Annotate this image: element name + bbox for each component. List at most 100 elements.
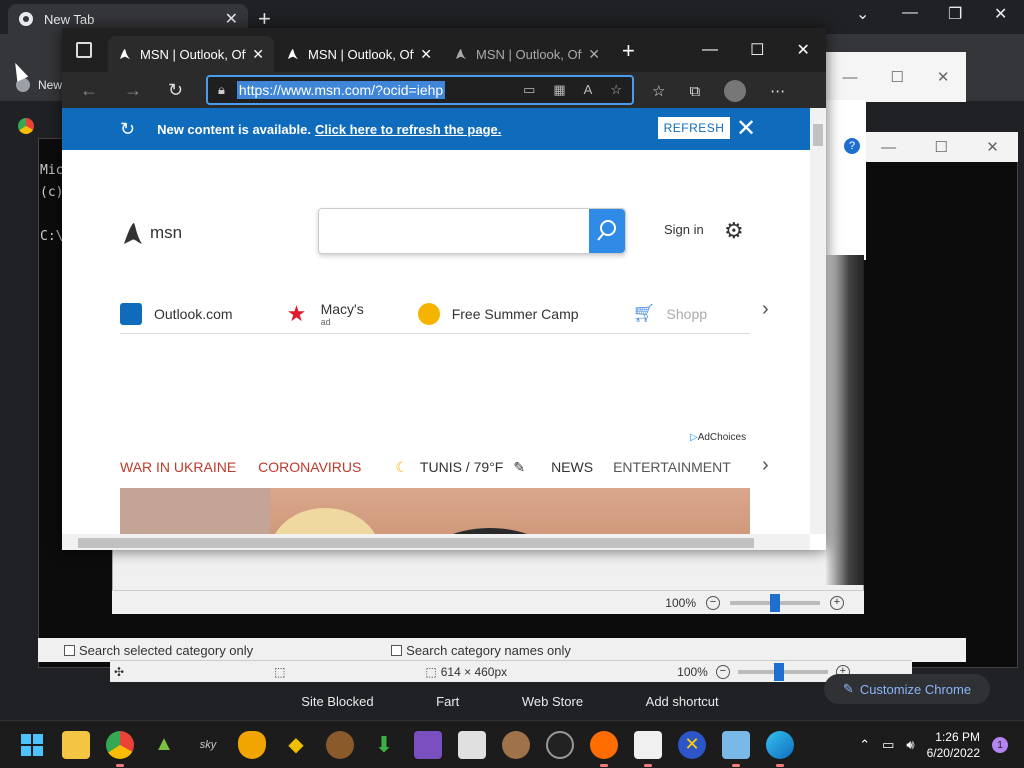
chevron-right-icon[interactable]: › xyxy=(762,298,769,321)
close-window-button[interactable]: ✕ xyxy=(937,68,950,86)
zoom-slider[interactable] xyxy=(730,593,820,612)
search-selected-category-checkbox[interactable]: Search selected category only xyxy=(64,643,253,658)
close-window-button[interactable]: ✕ xyxy=(994,4,1007,24)
sky-app-icon[interactable]: sky xyxy=(194,731,222,759)
monkey-app-icon[interactable] xyxy=(502,730,530,759)
chevron-down-icon[interactable]: ⌄ xyxy=(856,4,869,24)
customize-chrome-button[interactable]: ✎ Customize Chrome xyxy=(824,674,990,704)
download-arrow-icon[interactable]: ⬇ xyxy=(370,731,398,759)
adchoices-link[interactable]: ▷AdChoices xyxy=(690,432,746,443)
sign-in-link[interactable]: Sign in xyxy=(664,222,704,237)
more-menu-icon[interactable]: ⋯ xyxy=(770,82,785,100)
close-icon[interactable]: ✕ xyxy=(225,9,238,29)
bookmark-hint[interactable]: New xyxy=(38,78,62,92)
forward-arrow-icon[interactable]: → xyxy=(124,80,142,101)
chevron-right-icon[interactable]: › xyxy=(762,454,769,477)
vertical-scrollbar[interactable] xyxy=(810,108,826,534)
close-window-button[interactable]: ✕ xyxy=(797,40,810,60)
msn-logo[interactable]: msn xyxy=(122,220,182,246)
app-available-icon[interactable]: ▭ xyxy=(523,82,535,98)
zoom-in-icon[interactable]: + xyxy=(830,595,844,610)
nav-war-in-ukraine[interactable]: WAR IN UKRAINE xyxy=(120,459,236,475)
triangle-app-icon[interactable]: ▲ xyxy=(150,731,178,759)
game-app-icon[interactable] xyxy=(414,730,442,759)
firefox-icon[interactable] xyxy=(590,730,618,767)
url-text[interactable]: https://www.msn.com/?ocid=iehp xyxy=(236,81,446,99)
refresh-icon[interactable]: ↻ xyxy=(168,80,183,101)
minimize-button[interactable]: — xyxy=(881,139,896,156)
hero-image[interactable] xyxy=(120,488,750,534)
restore-button[interactable]: ❐ xyxy=(948,4,962,24)
gear-icon[interactable]: ⚙ xyxy=(724,218,744,244)
nav-coronavirus[interactable]: CORONAVIRUS xyxy=(258,459,361,475)
quicklink-shopping[interactable]: 🛒︎ Shopp xyxy=(633,303,707,325)
tab-actions-icon[interactable] xyxy=(76,42,92,58)
search-button[interactable] xyxy=(589,209,625,253)
collections-icon[interactable]: ⧉ xyxy=(689,83,700,100)
close-window-button[interactable]: ✕ xyxy=(986,138,999,156)
lock-icon[interactable]: 🔒︎ xyxy=(218,82,225,98)
edit-icon[interactable]: ✎ xyxy=(513,459,525,476)
nav-weather[interactable]: TUNIS / 79°F xyxy=(420,459,503,475)
qr-code-icon[interactable]: ▦ xyxy=(553,82,565,98)
network-icon[interactable]: ▭ xyxy=(882,737,894,753)
editor-zoom-slider[interactable] xyxy=(737,662,828,681)
back-arrow-icon[interactable]: ← xyxy=(80,80,98,101)
close-icon[interactable]: ✕ xyxy=(736,114,756,143)
scrollbar-thumb[interactable] xyxy=(78,538,754,548)
banner-refresh-link[interactable]: Click here to refresh the page. xyxy=(315,122,501,137)
maximize-button[interactable]: ☐ xyxy=(750,40,764,60)
help-icon[interactable]: ? xyxy=(844,138,860,154)
close-icon[interactable]: ✕ xyxy=(252,46,264,63)
file-explorer-icon[interactable] xyxy=(62,730,90,759)
notepad-icon[interactable] xyxy=(722,730,750,767)
edge-tab-msn-3[interactable]: MSN | Outlook, Off ✕ xyxy=(444,36,610,72)
edge-tab-msn-1[interactable]: MSN | Outlook, Off ✕ xyxy=(108,36,274,72)
edge-tab-msn-2[interactable]: MSN | Outlook, Off ✕ xyxy=(276,36,442,72)
quicklink-summer-camp[interactable]: Free Summer Camp xyxy=(417,302,579,325)
minimize-button[interactable]: — xyxy=(902,4,918,22)
notification-badge[interactable]: 1 xyxy=(992,737,1008,753)
coffee-bean-icon[interactable] xyxy=(326,730,354,759)
horizontal-scrollbar[interactable] xyxy=(62,534,810,550)
chrome-taskbar-icon[interactable] xyxy=(106,730,134,767)
quicklink-outlook[interactable]: Outlook.com xyxy=(120,302,233,325)
volume-icon[interactable]: 🔊︎ xyxy=(906,737,914,753)
zoom-out-icon[interactable]: − xyxy=(706,595,720,610)
add-favorite-icon[interactable]: ☆ xyxy=(610,82,622,98)
minimize-button[interactable]: — xyxy=(702,41,718,59)
document-app-icon[interactable] xyxy=(458,730,486,759)
quicklink-macys[interactable]: ★ Macy's ad xyxy=(287,301,364,327)
nav-entertainment[interactable]: ENTERTAINMENT xyxy=(613,459,731,475)
windows-start-icon[interactable] xyxy=(18,731,46,759)
clock[interactable]: 1:26 PM 6/20/2022 xyxy=(927,729,980,761)
x-app-icon[interactable]: ✕ xyxy=(678,730,706,759)
minimize-button[interactable]: — xyxy=(842,69,857,86)
zoom-slider-thumb[interactable] xyxy=(773,662,784,681)
shield-icon[interactable] xyxy=(238,730,266,759)
maximize-button[interactable]: ☐ xyxy=(890,68,903,86)
search-category-names-checkbox[interactable]: Search category names only xyxy=(391,643,571,658)
shortcut-web-store[interactable]: Web Store xyxy=(522,694,583,709)
zoom-out-icon[interactable]: − xyxy=(715,664,730,679)
address-bar[interactable]: 🔒︎ https://www.msn.com/?ocid=iehp ▭ ▦ A … xyxy=(206,75,634,105)
favorites-icon[interactable]: ☆ xyxy=(652,82,665,100)
maximize-button[interactable]: ☐ xyxy=(934,138,947,156)
close-icon[interactable]: ✕ xyxy=(420,46,432,63)
add-shortcut-button[interactable]: Add shortcut xyxy=(646,694,719,709)
profile-avatar[interactable] xyxy=(724,80,747,102)
shortcut-site-blocked[interactable]: Site Blocked xyxy=(301,694,373,709)
network-app-icon[interactable]: ◆ xyxy=(282,731,310,759)
media-app-icon[interactable] xyxy=(546,730,574,759)
scrollbar-thumb[interactable] xyxy=(813,124,823,146)
read-aloud-icon[interactable]: A xyxy=(584,82,593,98)
shortcut-fart[interactable]: Fart xyxy=(436,694,459,709)
edge-taskbar-icon[interactable] xyxy=(766,730,794,767)
new-tab-button[interactable]: + xyxy=(622,38,635,64)
close-icon[interactable]: ✕ xyxy=(588,46,600,63)
search-input[interactable] xyxy=(318,208,626,254)
refresh-button[interactable]: REFRESH xyxy=(658,117,730,139)
nav-news[interactable]: NEWS xyxy=(551,459,593,475)
window-app-icon[interactable] xyxy=(634,730,662,767)
zoom-slider-thumb[interactable] xyxy=(770,593,780,612)
